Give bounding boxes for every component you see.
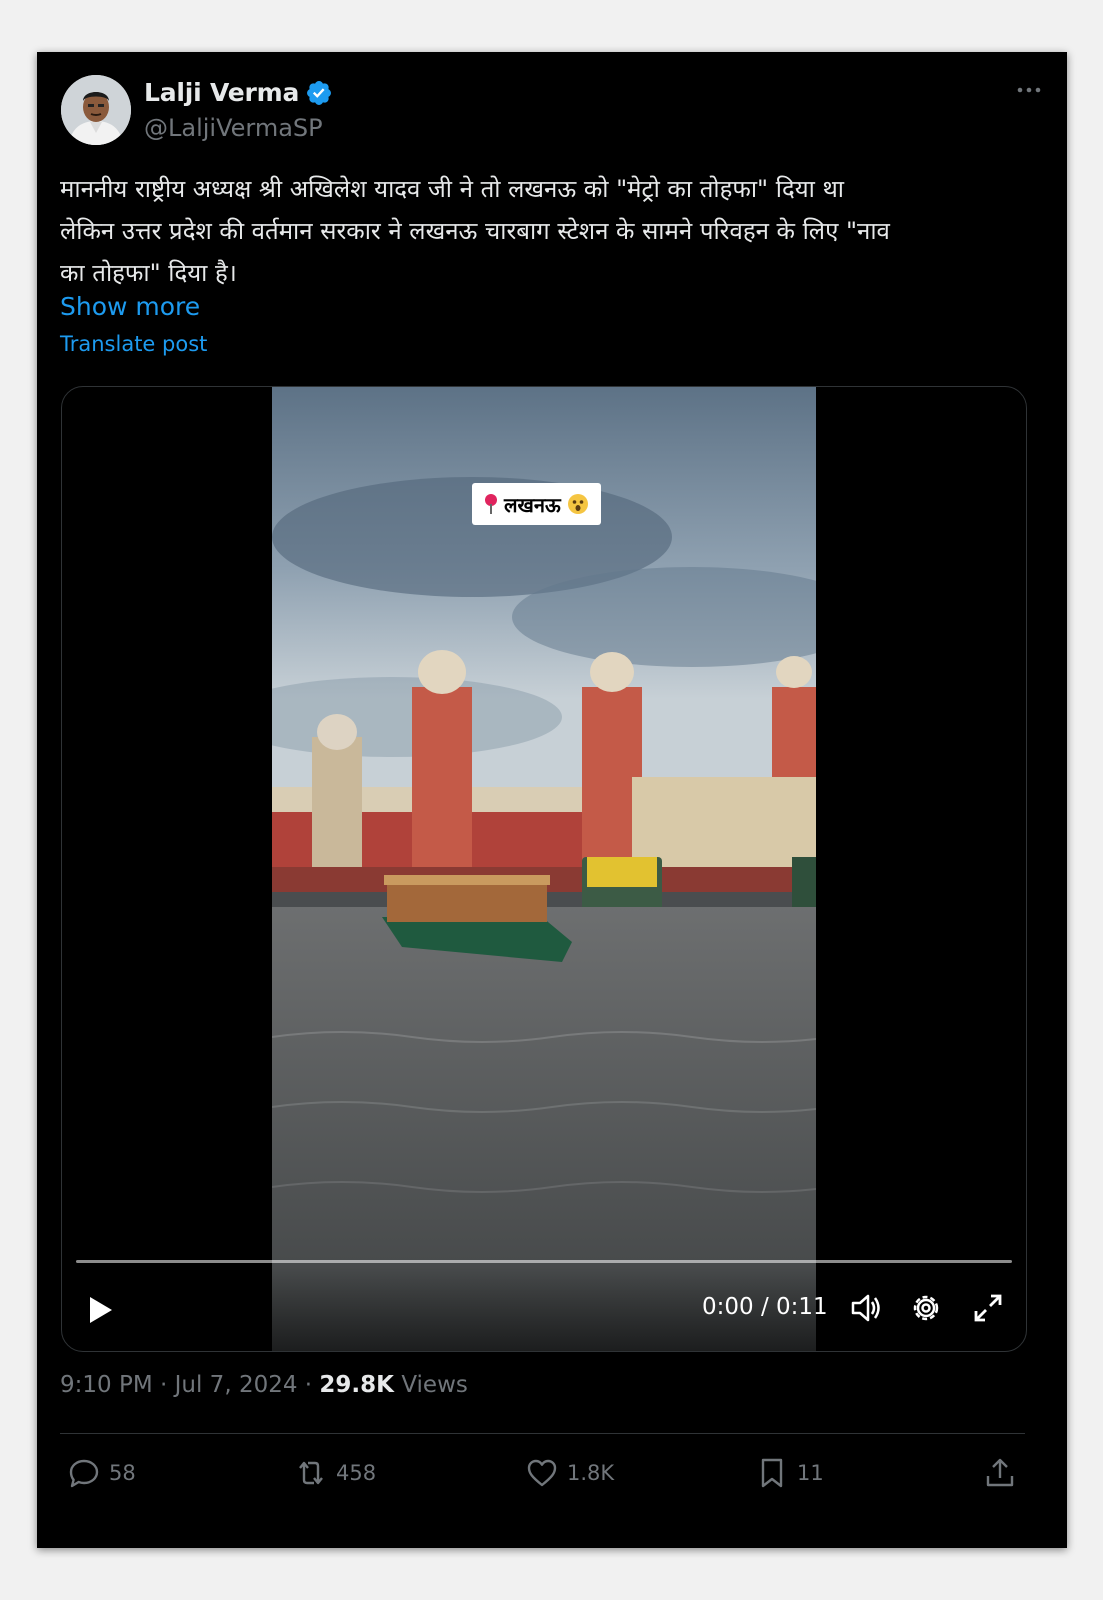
tweet-text-line: लेकिन उत्तर प्रदेश की वर्तमान सरकार ने ल… <box>60 217 890 245</box>
repost-count: 458 <box>336 1461 377 1485</box>
share-icon <box>986 1458 1014 1487</box>
reply-count: 58 <box>109 1461 136 1485</box>
tweet-time[interactable]: 9:10 PM <box>60 1372 153 1398</box>
tweet-text: माननीय राष्ट्रीय अध्यक्ष श्री अखिलेश याद… <box>60 168 1045 294</box>
location-overlay: लखनऊ <box>472 483 601 525</box>
video-player[interactable]: लखनऊ 0:00 / 0:11 <box>61 386 1027 1352</box>
separator: · <box>304 1372 320 1398</box>
video-progress-bar[interactable] <box>76 1260 1012 1263</box>
video-frame[interactable]: लखनऊ <box>272 387 816 1351</box>
video-controls: 0:00 / 0:11 <box>62 1282 1026 1342</box>
separator: · <box>160 1372 175 1398</box>
fullscreen-icon[interactable] <box>970 1290 1006 1326</box>
tweet-meta: 9:10 PM · Jul 7, 2024 · 29.8K Views <box>60 1372 468 1398</box>
volume-icon[interactable] <box>848 1290 884 1326</box>
bookmark-button[interactable]: 11 <box>755 1456 824 1490</box>
shocked-face-icon <box>567 494 588 514</box>
bookmark-count: 11 <box>797 1461 824 1485</box>
author-name[interactable]: Lalji Verma <box>144 78 299 107</box>
action-bar: 58 458 1.8K 11 <box>37 1452 1067 1502</box>
author-row: Lalji Verma <box>144 78 333 107</box>
like-count: 1.8K <box>567 1461 615 1485</box>
bookmark-icon <box>761 1458 783 1488</box>
location-label: लखनऊ <box>504 492 561 517</box>
video-thumbnail <box>272 387 816 1351</box>
verified-badge-icon <box>307 80 332 105</box>
tweet-text-line: माननीय राष्ट्रीय अध्यक्ष श्री अखिलेश याद… <box>60 175 845 203</box>
reply-icon <box>69 1459 99 1488</box>
tweet-text-line: का तोहफा" दिया है। <box>60 259 237 287</box>
share-button[interactable] <box>983 1456 1017 1490</box>
avatar[interactable] <box>61 75 131 145</box>
more-options-icon[interactable] <box>1015 80 1043 100</box>
pin-icon <box>485 494 497 514</box>
settings-icon[interactable] <box>908 1290 944 1326</box>
show-more-link[interactable]: Show more <box>60 292 200 321</box>
repost-button[interactable]: 458 <box>294 1456 376 1490</box>
views-label: Views <box>401 1372 468 1398</box>
tweet-date[interactable]: Jul 7, 2024 <box>175 1372 298 1398</box>
views-count: 29.8K <box>319 1372 394 1398</box>
divider <box>60 1433 1025 1434</box>
heart-icon <box>527 1459 557 1487</box>
play-icon[interactable] <box>84 1294 116 1326</box>
repost-icon <box>299 1461 323 1485</box>
translate-post-link[interactable]: Translate post <box>60 332 207 356</box>
tweet-card: Lalji Verma @LaljiVermaSP माननीय राष्ट्र… <box>37 52 1067 1548</box>
author-handle[interactable]: @LaljiVermaSP <box>144 114 323 142</box>
reply-button[interactable]: 58 <box>67 1456 136 1490</box>
video-time: 0:00 / 0:11 <box>702 1294 828 1320</box>
like-button[interactable]: 1.8K <box>525 1456 614 1490</box>
